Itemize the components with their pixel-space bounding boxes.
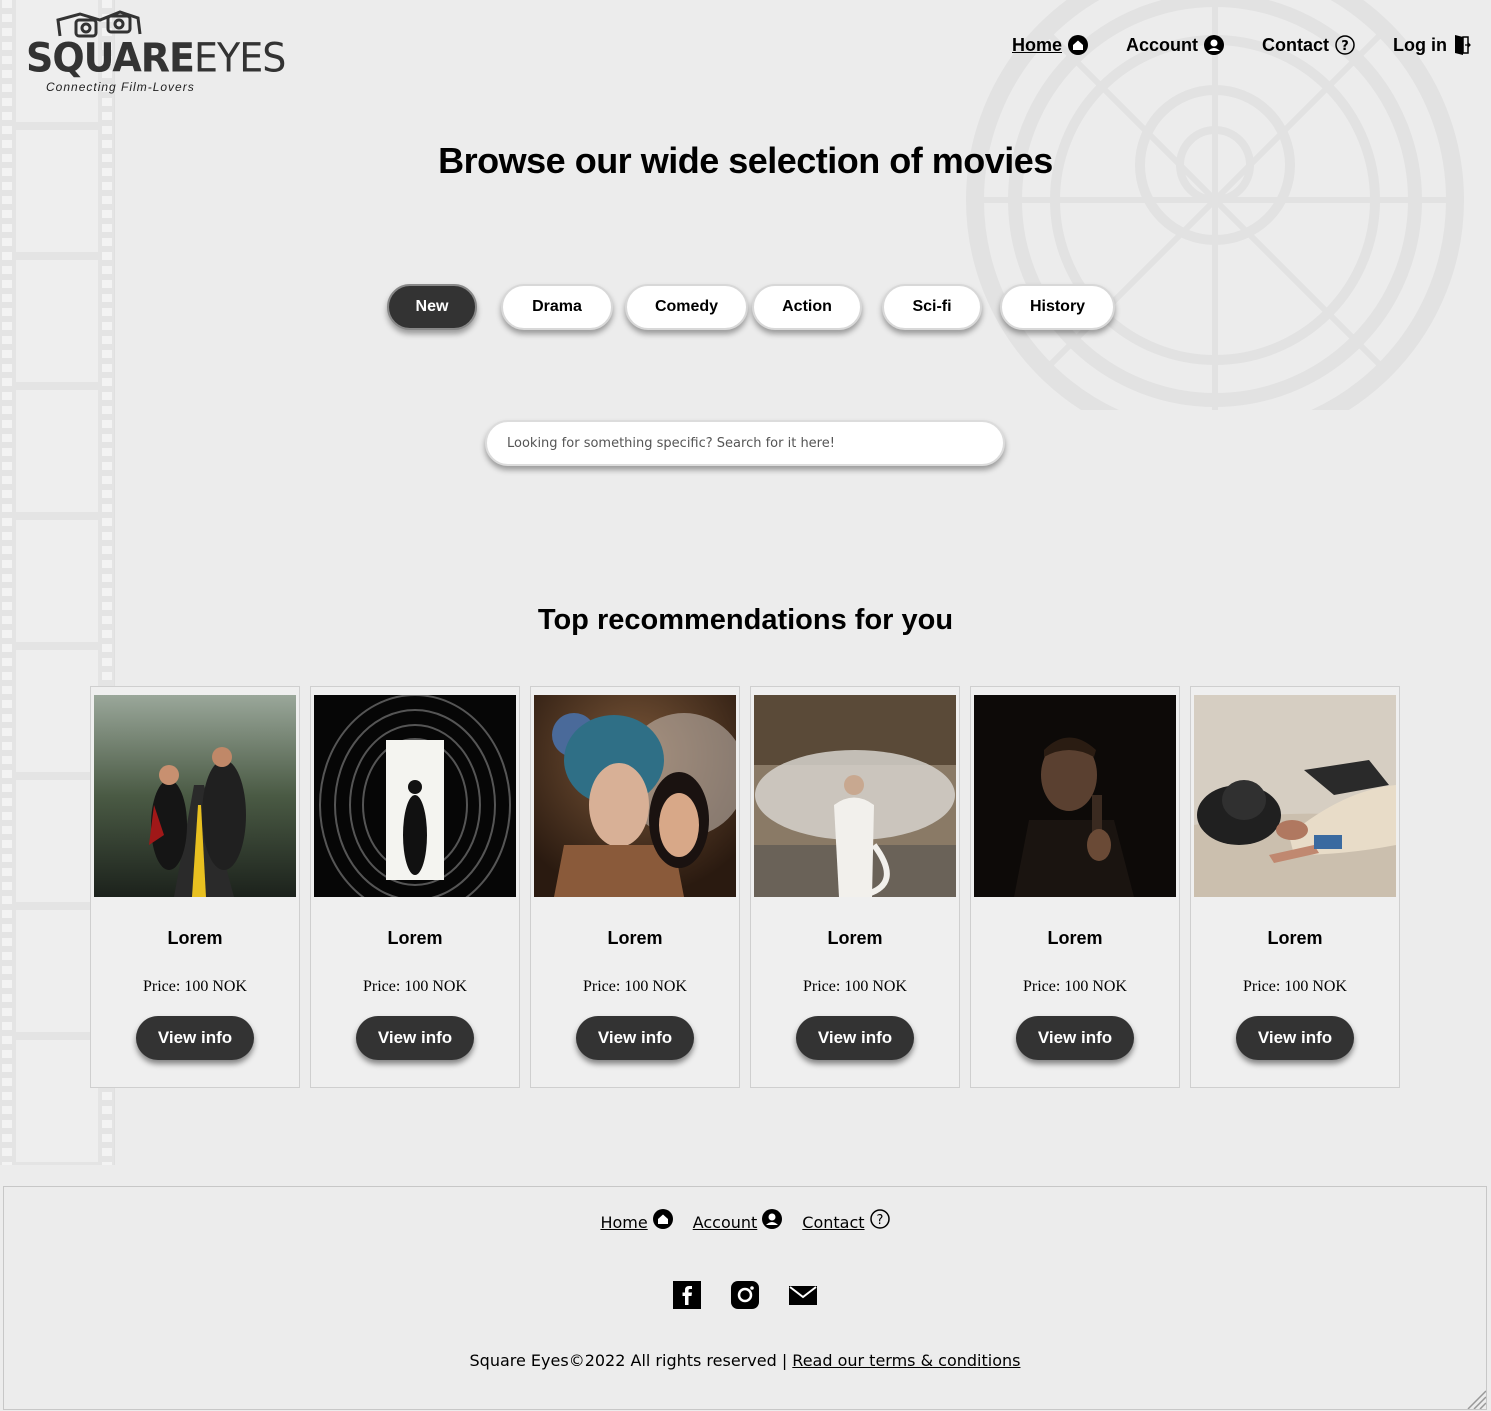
- view-info-button[interactable]: View info: [576, 1016, 694, 1060]
- nav-login[interactable]: Log in: [1393, 34, 1471, 56]
- footer-nav: Home Account Contact ?: [4, 1209, 1486, 1233]
- instagram-icon[interactable]: [731, 1281, 759, 1314]
- social-links: [4, 1281, 1486, 1314]
- mail-icon[interactable]: [789, 1281, 817, 1314]
- movie-price: Price: 100 NOK: [1243, 978, 1347, 995]
- movie-poster-image: [94, 695, 296, 897]
- page-title: Browse our wide selection of movies: [438, 140, 1053, 181]
- nav-account[interactable]: Account: [1126, 34, 1225, 56]
- view-info-button[interactable]: View info: [136, 1016, 254, 1060]
- movie-price: Price: 100 NOK: [363, 978, 467, 995]
- brand-wordmark: SQUAREEYES: [26, 34, 286, 82]
- film-reel-decoration: [966, 0, 1464, 410]
- resize-grip-icon[interactable]: [1464, 1387, 1486, 1409]
- home-icon: [652, 1209, 673, 1233]
- genre-scifi-button[interactable]: Sci-fi: [882, 284, 982, 330]
- svg-text:?: ?: [876, 1213, 883, 1228]
- movie-card-list: Lorem Price: 100 NOK View info Lorem Pri…: [90, 686, 1400, 1088]
- login-door-icon: [1453, 34, 1471, 56]
- facebook-icon[interactable]: [673, 1281, 701, 1314]
- nav-home-label: Home: [1012, 34, 1063, 55]
- copyright-text: Square Eyes©2022 All rights reserved |: [469, 1351, 793, 1370]
- footer-link-contact[interactable]: Contact ?: [802, 1209, 890, 1233]
- movie-card[interactable]: Lorem Price: 100 NOK View info: [90, 686, 300, 1088]
- footer-link-account[interactable]: Account: [693, 1209, 783, 1233]
- help-icon: ?: [869, 1209, 890, 1233]
- search-input[interactable]: [485, 420, 1005, 466]
- movie-card[interactable]: Lorem Price: 100 NOK View info: [1190, 686, 1400, 1088]
- movie-price: Price: 100 NOK: [803, 978, 907, 995]
- account-icon: [762, 1209, 783, 1233]
- footer-account-label: Account: [692, 1213, 758, 1232]
- movie-price: Price: 100 NOK: [1023, 978, 1127, 995]
- genre-comedy-button[interactable]: Comedy: [625, 284, 748, 330]
- footer-home-label: Home: [600, 1213, 648, 1232]
- movie-title: Lorem: [387, 928, 443, 948]
- main-nav: Home Account Contact ? Log in: [974, 34, 1471, 56]
- nav-home[interactable]: Home: [1012, 34, 1089, 56]
- movie-card[interactable]: Lorem Price: 100 NOK View info: [310, 686, 520, 1088]
- genre-action-button[interactable]: Action: [752, 284, 862, 330]
- genre-drama-button[interactable]: Drama: [501, 284, 613, 330]
- view-info-button[interactable]: View info: [1016, 1016, 1134, 1060]
- genre-new-button[interactable]: New: [387, 284, 477, 330]
- nav-contact-label: Contact: [1262, 34, 1330, 55]
- home-icon: [1068, 35, 1089, 55]
- genre-filter-bar: New Drama Comedy Action Sci-fi History: [0, 284, 1491, 334]
- help-icon: ?: [1335, 35, 1355, 55]
- footer-link-home[interactable]: Home: [600, 1209, 673, 1233]
- genre-history-button[interactable]: History: [1000, 284, 1115, 330]
- footer-contact-label: Contact: [802, 1213, 865, 1232]
- movie-poster-image: [534, 695, 736, 897]
- nav-account-label: Account: [1126, 34, 1199, 55]
- recommendations-title: Top recommendations for you: [537, 604, 954, 636]
- movie-poster-image: [974, 695, 1176, 897]
- movie-title: Lorem: [827, 928, 883, 948]
- movie-title: Lorem: [1047, 928, 1103, 948]
- svg-text:?: ?: [1341, 39, 1349, 54]
- movie-poster-image: [754, 695, 956, 897]
- movie-price: Price: 100 NOK: [143, 978, 247, 995]
- movie-card[interactable]: Lorem Price: 100 NOK View info: [970, 686, 1180, 1088]
- nav-login-label: Log in: [1393, 34, 1447, 55]
- nav-contact[interactable]: Contact ?: [1262, 34, 1355, 56]
- movie-title: Lorem: [607, 928, 663, 948]
- brand-logo[interactable]: SQUAREEYES Connecting Film-Lovers: [26, 6, 286, 98]
- movie-card[interactable]: Lorem Price: 100 NOK View info: [750, 686, 960, 1088]
- movie-title: Lorem: [1267, 928, 1323, 948]
- terms-link[interactable]: Read our terms & conditions: [792, 1351, 1020, 1370]
- brand-tagline: Connecting Film-Lovers: [46, 80, 195, 94]
- movie-poster-image: [314, 695, 516, 897]
- footer: Home Account Contact ? Square Eyes©2022 …: [3, 1186, 1487, 1410]
- view-info-button[interactable]: View info: [1236, 1016, 1354, 1060]
- movie-price: Price: 100 NOK: [583, 978, 687, 995]
- movie-poster-image: [1194, 695, 1396, 897]
- view-info-button[interactable]: View info: [796, 1016, 914, 1060]
- account-icon: [1204, 35, 1225, 55]
- movie-title: Lorem: [167, 928, 223, 948]
- movie-card[interactable]: Lorem Price: 100 NOK View info: [530, 686, 740, 1088]
- copyright: Square Eyes©2022 All rights reserved | R…: [4, 1351, 1486, 1370]
- view-info-button[interactable]: View info: [356, 1016, 474, 1060]
